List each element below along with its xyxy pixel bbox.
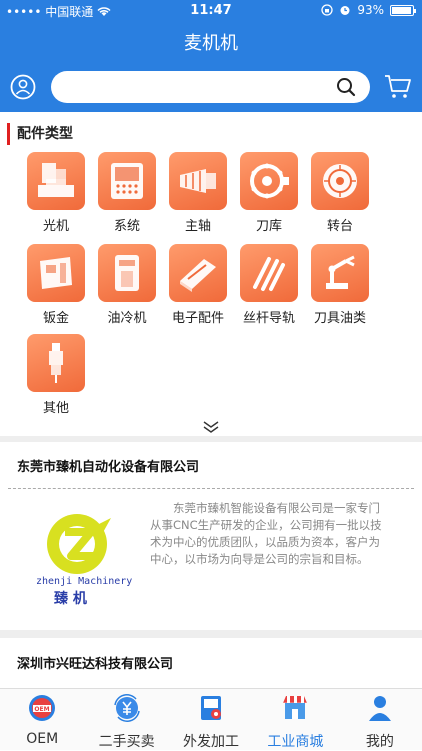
company-name[interactable]: 东莞市臻机自动化设备有限公司 (17, 456, 199, 475)
category-item-qita[interactable]: 其他 (21, 334, 91, 416)
search-icon[interactable] (336, 77, 356, 97)
tab-second-hand[interactable]: 二手买卖 (84, 689, 168, 750)
yen-exchange-icon (113, 694, 140, 722)
category-label: 转台 (326, 219, 353, 234)
company-description: 东莞市臻机智能设备有限公司是一家专门从事CNC生产研发的企业，公司拥有一批以技术… (150, 501, 382, 566)
tool-oil-icon (311, 244, 369, 302)
category-section-title: 配件类型 (7, 123, 73, 145)
category-item-daoku[interactable]: 刀库 (234, 152, 304, 234)
logo-text-en: zhenji Machinery (36, 576, 133, 587)
control-panel-icon (98, 152, 156, 210)
tab-label: 二手买卖 (98, 734, 155, 750)
shopping-cart-icon[interactable] (384, 74, 412, 100)
storefront-icon (283, 696, 308, 719)
tab-label: 我的 (365, 734, 394, 750)
section-divider (0, 630, 422, 638)
tab-profile[interactable]: 我的 (338, 689, 422, 750)
battery-icon (390, 4, 416, 16)
spark-plug-icon (27, 334, 85, 392)
status-bar: ••••• 中国联通 11:47 93% (0, 0, 422, 22)
machine-tool-icon (27, 152, 85, 210)
status-indicators: 93% (321, 3, 416, 17)
ball-screw-icon (240, 244, 298, 302)
category-item-youlengji[interactable]: 油冷机 (92, 244, 162, 326)
dashed-divider (8, 488, 414, 489)
tab-label: 外发加工 (183, 734, 240, 750)
battery-percent: 93% (357, 3, 384, 17)
category-label: 钣金 (42, 311, 69, 326)
search-bar (0, 66, 422, 112)
user-circle-icon[interactable] (10, 74, 36, 100)
company-name[interactable]: 深圳市兴旺达科技有限公司 (17, 653, 173, 672)
category-label: 系统 (113, 219, 140, 234)
category-item-xitong[interactable]: 系统 (92, 152, 162, 234)
category-label: 电子配件 (171, 311, 224, 326)
sheet-metal-icon (27, 244, 85, 302)
alarm-icon (340, 6, 350, 15)
category-item-zhuantai[interactable]: 转台 (305, 152, 375, 234)
electronic-parts-icon (169, 244, 227, 302)
category-item-siganggdaogui[interactable]: 丝杆导轨 (234, 244, 304, 326)
oem-badge-icon: OEM (29, 695, 56, 721)
tab-industrial-mall[interactable]: 工业商城 (253, 689, 337, 750)
category-item-zhuzhou[interactable]: 主轴 (163, 152, 233, 234)
rotary-table-icon (311, 152, 369, 210)
tool-magazine-icon (240, 152, 298, 210)
page-title: 麦机机 (0, 22, 422, 66)
chevron-down-icon[interactable] (202, 420, 220, 434)
category-label: 其他 (42, 401, 69, 416)
category-label: 刀库 (255, 219, 282, 234)
person-icon (368, 696, 391, 721)
tab-label: OEM (26, 731, 59, 747)
spindle-icon (169, 152, 227, 210)
outsource-machining-icon (201, 696, 222, 720)
category-label: 丝杆导轨 (242, 311, 295, 326)
logo-text-cn: 臻 机 (54, 591, 87, 607)
search-input[interactable] (51, 71, 370, 103)
category-item-daojuyoulei[interactable]: 刀具油类 (305, 244, 375, 326)
category-item-guangji[interactable]: 光机 (21, 152, 91, 234)
bottom-tab-bar: OEM OEM 二手买卖 外发加工 工业商城 我的 (0, 688, 422, 750)
svg-text:OEM: OEM (35, 706, 50, 713)
category-label: 油冷机 (107, 311, 147, 326)
category-label: 光机 (42, 219, 69, 234)
category-label: 刀具油类 (313, 311, 366, 326)
oil-cooler-icon (98, 244, 156, 302)
category-label: 主轴 (184, 219, 211, 234)
category-item-dianzipeijian[interactable]: 电子配件 (163, 244, 233, 326)
tab-oem[interactable]: OEM OEM (0, 689, 84, 750)
orientation-lock-icon (321, 4, 333, 16)
tab-outsourcing[interactable]: 外发加工 (169, 689, 253, 750)
category-item-banjin[interactable]: 钣金 (21, 244, 91, 326)
tab-label: 工业商城 (267, 734, 324, 750)
